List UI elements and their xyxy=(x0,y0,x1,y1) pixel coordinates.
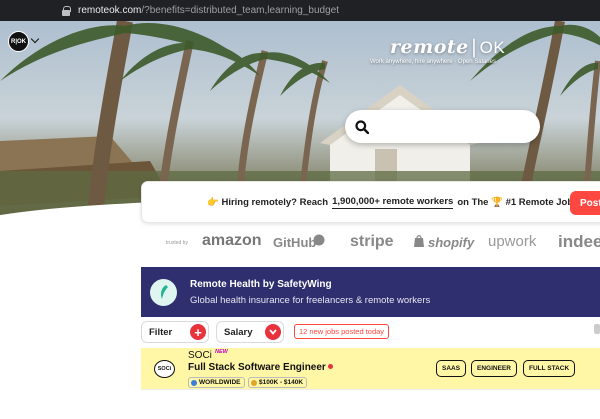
logo-shopify: shopify xyxy=(428,235,475,250)
new-badge: NEW xyxy=(215,349,228,355)
site-logo[interactable]: R|OK xyxy=(8,31,29,52)
brand-ok: OK xyxy=(479,38,506,57)
safetywing-subtitle: Global health insurance for freelancers … xyxy=(190,294,431,306)
globe-icon xyxy=(191,379,197,386)
location-chip: WORLDWIDE xyxy=(188,377,245,388)
logo-upwork: upwork xyxy=(488,233,537,250)
logo-indeed: indee xyxy=(558,232,600,251)
safetywing-feather-icon xyxy=(150,278,177,306)
search-input[interactable] xyxy=(377,119,537,134)
url-host: remoteok.com xyxy=(78,5,142,16)
safetywing-title: Remote Health by SafetyWing xyxy=(190,278,332,290)
job-title-text: Full Stack Software Engineer xyxy=(188,362,326,373)
salary-chip: $100K - $140K xyxy=(248,377,308,388)
brand-wordmark[interactable]: remote | OK xyxy=(390,36,505,58)
hiring-prefix: 👉 Hiring remotely? Reach xyxy=(207,196,329,208)
search-bar[interactable] xyxy=(345,110,540,143)
hiring-highlight-link[interactable]: 1,900,000+ remote workers xyxy=(332,196,454,209)
company-logo-text: SOCi xyxy=(157,366,172,372)
safetywing-ad[interactable]: Remote Health by SafetyWing Global healt… xyxy=(141,267,600,317)
location-text: WORLDWIDE xyxy=(199,379,241,386)
money-bag-icon xyxy=(251,379,257,386)
shopify-bag-icon xyxy=(414,235,424,247)
search-icon xyxy=(355,119,369,134)
salary-label: Salary xyxy=(224,326,253,338)
octocat-icon xyxy=(313,234,325,246)
brand-main: remote xyxy=(390,36,469,58)
plus-icon: + xyxy=(190,324,206,340)
salary-text: $100K - $140K xyxy=(259,379,304,386)
logo-amazon: amazon xyxy=(202,232,262,249)
company-name[interactable]: SOCi xyxy=(188,350,212,361)
site-logo-text: R|OK xyxy=(10,38,26,45)
tag-full-stack[interactable]: FULL STACK xyxy=(523,360,576,377)
tag-saas[interactable]: SAAS xyxy=(436,360,467,377)
chevron-down-icon xyxy=(265,324,281,340)
logo-stripe: stripe xyxy=(350,233,394,250)
location-pin-icon xyxy=(327,364,333,369)
browser-url-bar[interactable]: remoteok.com /?benefits=distributed_team… xyxy=(0,0,600,21)
job-title[interactable]: Full Stack Software Engineer xyxy=(188,362,333,373)
brand-separator: | xyxy=(470,36,478,58)
scrollbar-handle[interactable] xyxy=(594,324,600,334)
post-job-button[interactable]: Post a xyxy=(570,191,600,215)
tag-engineer[interactable]: ENGINEER xyxy=(471,360,517,377)
url-path: /?benefits=distributed_team,learning_bud… xyxy=(141,5,340,16)
trusted-by-label: trusted by xyxy=(166,240,188,246)
company-logo[interactable]: SOCi xyxy=(154,360,175,378)
new-jobs-badge[interactable]: 12 new jobs posted today xyxy=(294,324,390,339)
filter-button[interactable]: Filter + xyxy=(141,321,209,343)
logo-github: GitHub xyxy=(273,235,317,250)
filter-label: Filter xyxy=(149,326,173,338)
hiring-banner[interactable]: 👉 Hiring remotely? Reach 1,900,000+ remo… xyxy=(141,181,600,223)
salary-dropdown[interactable]: Salary xyxy=(216,321,284,343)
job-row[interactable]: SOCi SOCi NEW Full Stack Software Engine… xyxy=(141,348,600,390)
lock-icon xyxy=(62,5,71,16)
site-tagline: Work anywhere, hire anywhere · Open Sala… xyxy=(370,59,496,65)
